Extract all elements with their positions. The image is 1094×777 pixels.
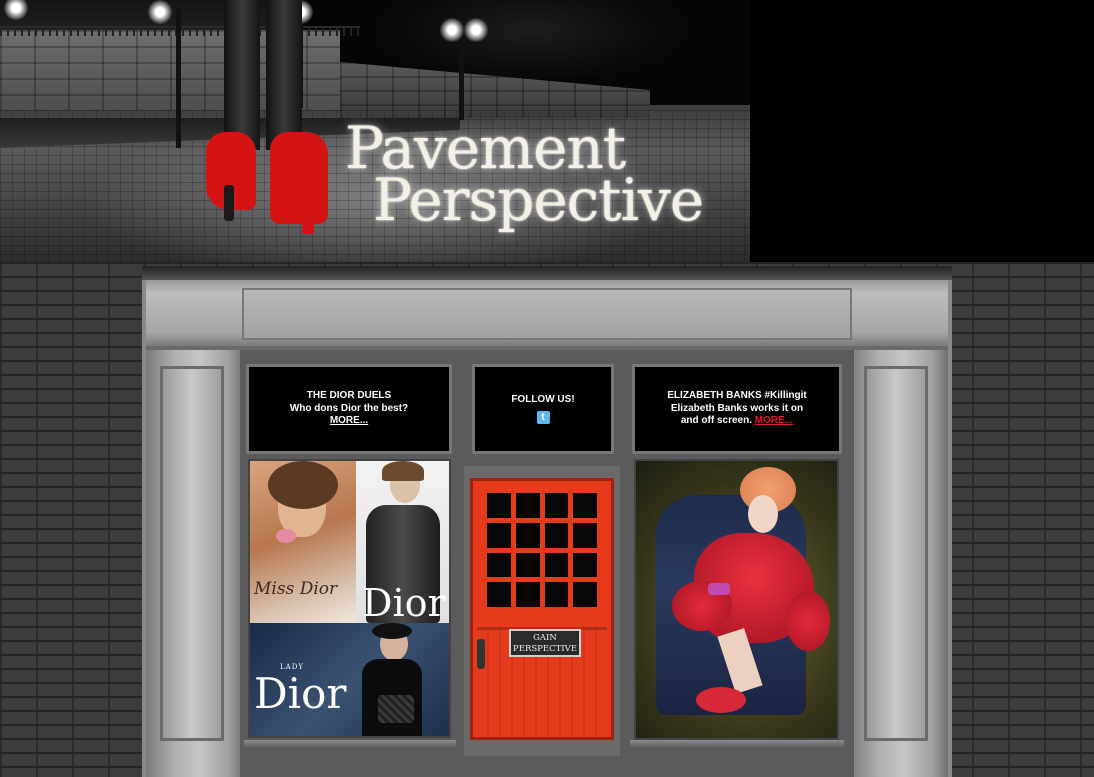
dior-wordmark: Dior: [254, 669, 347, 718]
twitter-icon[interactable]: t: [536, 410, 550, 424]
street-lamp: [176, 8, 181, 148]
lamp-light: [464, 18, 488, 42]
street-scene-image: Pavement Perspective: [0, 0, 750, 262]
legs-red-heels-image: [206, 0, 333, 234]
sign-title: ELIZABETH BANKS #Killingit: [667, 390, 807, 402]
door-handle: [477, 639, 485, 669]
elizabeth-banks-image[interactable]: [634, 459, 839, 740]
window-sill: [244, 740, 456, 748]
red-door[interactable]: GAIN PERSPECTIVE: [470, 478, 614, 740]
store-fascia: [146, 280, 948, 350]
sign-elizabeth-banks[interactable]: ELIZABETH BANKS #Killingit Elizabeth Ban…: [632, 364, 842, 454]
site-logo[interactable]: Pavement Perspective: [345, 119, 704, 234]
lady-dior-ad-image[interactable]: LADY Dior: [250, 623, 449, 736]
gain-sign-line2: PERSPECTIVE: [513, 644, 577, 654]
dior-coat-ad-image[interactable]: Dior: [356, 461, 449, 623]
sign-title: THE DIOR DUELS: [306, 390, 392, 402]
pillar-right: [850, 350, 948, 777]
dior-duels-window[interactable]: Miss Dior Dior LADY Dior: [248, 459, 451, 738]
sign-dior-duels[interactable]: THE DIOR DUELS Who dons Dior the best? M…: [246, 364, 452, 454]
gain-sign-line1: GAIN: [533, 633, 557, 643]
sign-text-line2: and off screen.: [680, 415, 752, 427]
logo-line-2: Perspective: [373, 166, 704, 234]
sign-title: FOLLOW US!: [511, 394, 575, 406]
sign-text: Who dons Dior the best?: [289, 402, 409, 414]
street-lamp: [459, 28, 464, 120]
gain-perspective-button[interactable]: GAIN PERSPECTIVE: [509, 629, 581, 657]
more-link[interactable]: MORE...: [330, 415, 368, 428]
fascia-panel: [242, 288, 852, 340]
lamp-light: [4, 0, 28, 20]
site-header: Pavement Perspective: [0, 0, 1094, 262]
more-link[interactable]: MORE...: [755, 415, 793, 426]
pillar-left: [146, 350, 244, 777]
door-window-panes: [487, 493, 597, 607]
window-sill: [630, 740, 844, 748]
miss-dior-ad-image[interactable]: Miss Dior: [250, 461, 356, 623]
lamp-light: [440, 18, 464, 42]
sign-follow-us: FOLLOW US! t: [472, 364, 614, 454]
miss-dior-script: Miss Dior: [254, 579, 338, 599]
dior-wordmark: Dior: [362, 581, 446, 623]
lamp-light: [148, 0, 172, 24]
sign-text-line1: Elizabeth Banks works it on: [670, 402, 804, 414]
cornice: [142, 266, 952, 280]
